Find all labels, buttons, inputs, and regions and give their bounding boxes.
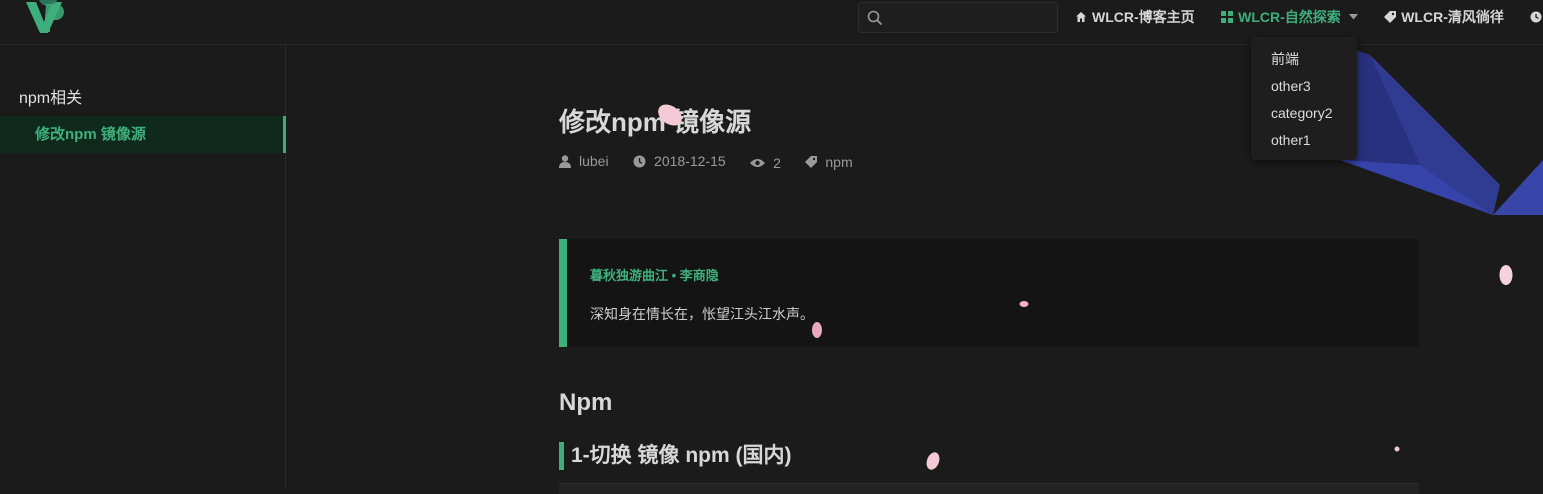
petal-icon [1394,446,1400,452]
subsection-heading-switch-mirror: 1-切换 镜像 npm (国内) [559,442,792,470]
home-icon [1076,12,1086,22]
caret-down-icon [1348,14,1358,20]
nav-link-more[interactable] [1530,0,1543,34]
search-input[interactable] [889,7,1053,30]
quote-text: 深知身在情长在，怅望江头江水声。 [590,306,814,322]
publish-date: 2018-12-15 [654,153,726,169]
sidebar-group-title[interactable]: npm相关 [19,84,82,108]
petal-icon [1499,265,1513,285]
tag-label[interactable]: npm [825,154,852,170]
author-name: lubei [579,153,609,169]
site-logo[interactable] [24,0,70,36]
nav-link-label: WLCR-自然探索 [1238,9,1341,25]
petal-icon [926,452,940,470]
meta-date: 2018-12-15 [633,153,726,169]
petal-icon [658,104,682,126]
section-heading-npm: Npm [559,389,613,416]
nav-dropdown-menu: 前端 other3 category2 other1 [1251,37,1357,160]
quote-title: 暮秋独游曲江 • 李商隐 [590,268,719,283]
meta-author: lubei [559,153,609,169]
sidebar-item-npm-mirror[interactable]: 修改npm 镜像源 [0,116,286,153]
eye-icon [750,158,766,167]
grid-icon [1221,11,1234,23]
tag-icon [1384,11,1397,23]
meta-views: 2 [750,155,781,171]
dropdown-item-other1[interactable]: other1 [1251,127,1357,154]
search-icon [867,10,883,26]
nav-link-label: WLCR-清风徜徉 [1401,9,1504,25]
poem-quote-block: 暮秋独游曲江 • 李商隐 深知身在情长在，怅望江头江水声。 [559,239,1419,347]
clock-icon [633,155,646,167]
meta-tag[interactable]: npm [805,154,853,170]
dropdown-item-other3[interactable]: other3 [1251,73,1357,100]
nav-link-label: WLCR-博客主页 [1092,9,1195,25]
tag-icon [805,155,818,168]
search-box[interactable] [858,2,1058,33]
sidebar: npm相关 修改npm 镜像源 [0,45,286,488]
nav-link-breeze[interactable]: WLCR-清风徜徉 [1384,0,1504,34]
code-block [559,483,1419,494]
nav-link-blog-home[interactable]: WLCR-博客主页 [1075,0,1195,34]
petal-icon [1019,301,1029,307]
nav-link-nature[interactable]: WLCR-自然探索 [1221,0,1358,34]
nav-links: WLCR-博客主页 WLCR-自然探索 WLCR-清风徜徉 [1075,0,1543,34]
clock-icon [1530,11,1542,23]
view-count: 2 [773,154,781,171]
user-icon [559,154,571,168]
petal-icon [812,322,822,338]
dropdown-item-category2[interactable]: category2 [1251,100,1357,127]
dropdown-item-frontend[interactable]: 前端 [1251,46,1357,73]
article-meta: lubei 2018-12-15 2 npm [559,153,873,173]
